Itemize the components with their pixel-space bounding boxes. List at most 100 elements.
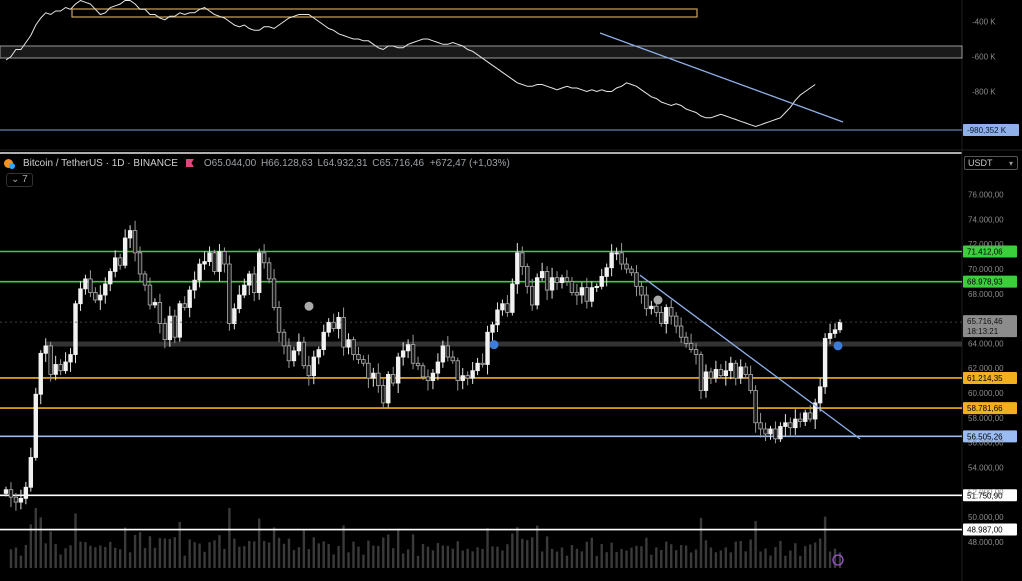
volume-bar — [203, 551, 206, 568]
volume-bar — [560, 547, 564, 568]
candle-body — [73, 303, 78, 355]
price-tick-label: 70.000,00 — [968, 265, 1004, 274]
marker-dot[interactable] — [489, 340, 499, 350]
volume-bar — [550, 548, 554, 568]
candle-body — [778, 426, 783, 440]
volume-bar — [625, 550, 628, 568]
candle-body — [539, 271, 545, 279]
candle-body — [301, 341, 307, 367]
candle-body — [440, 345, 446, 363]
candle-body — [336, 316, 341, 329]
candle-body — [326, 321, 331, 333]
volume-bar — [481, 548, 484, 568]
candle-body — [132, 230, 138, 254]
currency-select[interactable]: USDT — [964, 156, 1018, 170]
candle-body — [485, 331, 490, 365]
candle-body — [187, 289, 192, 308]
volume-bar — [689, 552, 693, 568]
candle-body — [113, 257, 118, 272]
close-key: C — [372, 157, 380, 169]
trading-chart[interactable]: -400 K-600 K-800 K-980,352 K 71.412,0668… — [0, 0, 1022, 581]
open-value: 65.044,00 — [211, 157, 257, 169]
candle-body — [490, 324, 495, 333]
candle-body — [669, 307, 674, 317]
candle-body — [733, 362, 738, 379]
price-tick-label: 64.000,00 — [968, 339, 1004, 348]
level-lines: 71.412,0668.978,9361.214,3558.781,6656.5… — [0, 245, 1017, 536]
volume-bar — [630, 547, 633, 568]
current-price-label: 65.716,46 — [967, 317, 1003, 326]
volume-bar — [684, 545, 688, 568]
indicator-series-line — [5, 0, 816, 128]
candle-body — [673, 315, 679, 327]
candle-body — [808, 412, 813, 420]
candle-body — [584, 287, 590, 302]
candle-body — [664, 307, 669, 324]
candle-body — [237, 294, 242, 310]
candle-body — [256, 252, 262, 293]
candle-body — [510, 283, 515, 313]
volume-bar — [570, 545, 574, 568]
candle-body — [435, 361, 441, 374]
volume-bar — [44, 543, 47, 568]
candle-body — [634, 272, 639, 287]
volume-bar — [34, 508, 37, 568]
indicator-zone-upper — [71, 8, 698, 18]
volume-bar — [104, 547, 107, 568]
volume-bar — [585, 541, 589, 568]
candle-body — [271, 278, 277, 308]
volume-bar — [54, 544, 57, 568]
candle-body — [371, 372, 376, 379]
candle-body — [768, 428, 773, 435]
volume-bar — [153, 547, 157, 568]
volume-bar — [69, 545, 72, 568]
volume-bar — [794, 543, 797, 568]
volume-bar — [223, 548, 226, 568]
indicator-value-label: -980,352 K — [967, 126, 1007, 135]
volume-bar — [729, 552, 732, 568]
volume-bar — [357, 546, 360, 568]
candle-body — [678, 325, 684, 338]
volume-bar — [118, 549, 122, 568]
candle-body — [212, 252, 217, 272]
volume-bar — [109, 541, 112, 568]
candle-body — [341, 316, 346, 348]
marker-dot[interactable] — [833, 341, 843, 351]
indicators-collapse-button[interactable]: ⌄ 7 — [6, 173, 33, 187]
volume-bar — [501, 550, 504, 568]
level-price-label: 58.781,66 — [967, 404, 1003, 413]
candle-body — [450, 356, 455, 362]
volume-bar — [580, 551, 584, 568]
volume-bar — [198, 543, 201, 568]
volume-bar — [496, 546, 499, 568]
volume-bar — [248, 541, 251, 568]
volume-bar — [436, 543, 440, 568]
candle-body — [718, 369, 724, 377]
volume-bar — [168, 538, 172, 568]
candle-body — [127, 230, 133, 239]
candle-body — [266, 262, 272, 280]
volume-bar — [600, 544, 603, 568]
volume-bar — [655, 547, 658, 568]
candle-body — [23, 486, 29, 499]
volume-bar — [387, 534, 390, 568]
volume-bar — [540, 551, 544, 568]
volume-bar — [421, 544, 425, 568]
volume-bar — [59, 554, 62, 568]
candle-body — [182, 303, 187, 308]
volume-bar — [411, 534, 415, 568]
flag-icon[interactable] — [185, 159, 194, 167]
candle-body — [688, 342, 694, 350]
candle-body — [708, 371, 714, 379]
marker-dot[interactable] — [653, 295, 663, 305]
symbol-title[interactable]: Bitcoin / TetherUS · 1D · BINANCE — [23, 158, 178, 169]
volume-bar — [297, 547, 301, 568]
marker-dot[interactable] — [304, 301, 314, 311]
volume-bar — [823, 516, 827, 568]
candle-body — [564, 277, 570, 282]
volume-bar — [94, 547, 97, 568]
indicator-zone-middle — [0, 45, 963, 59]
candle-body — [599, 276, 604, 287]
candle-body — [391, 373, 396, 384]
candle-body — [649, 305, 654, 310]
